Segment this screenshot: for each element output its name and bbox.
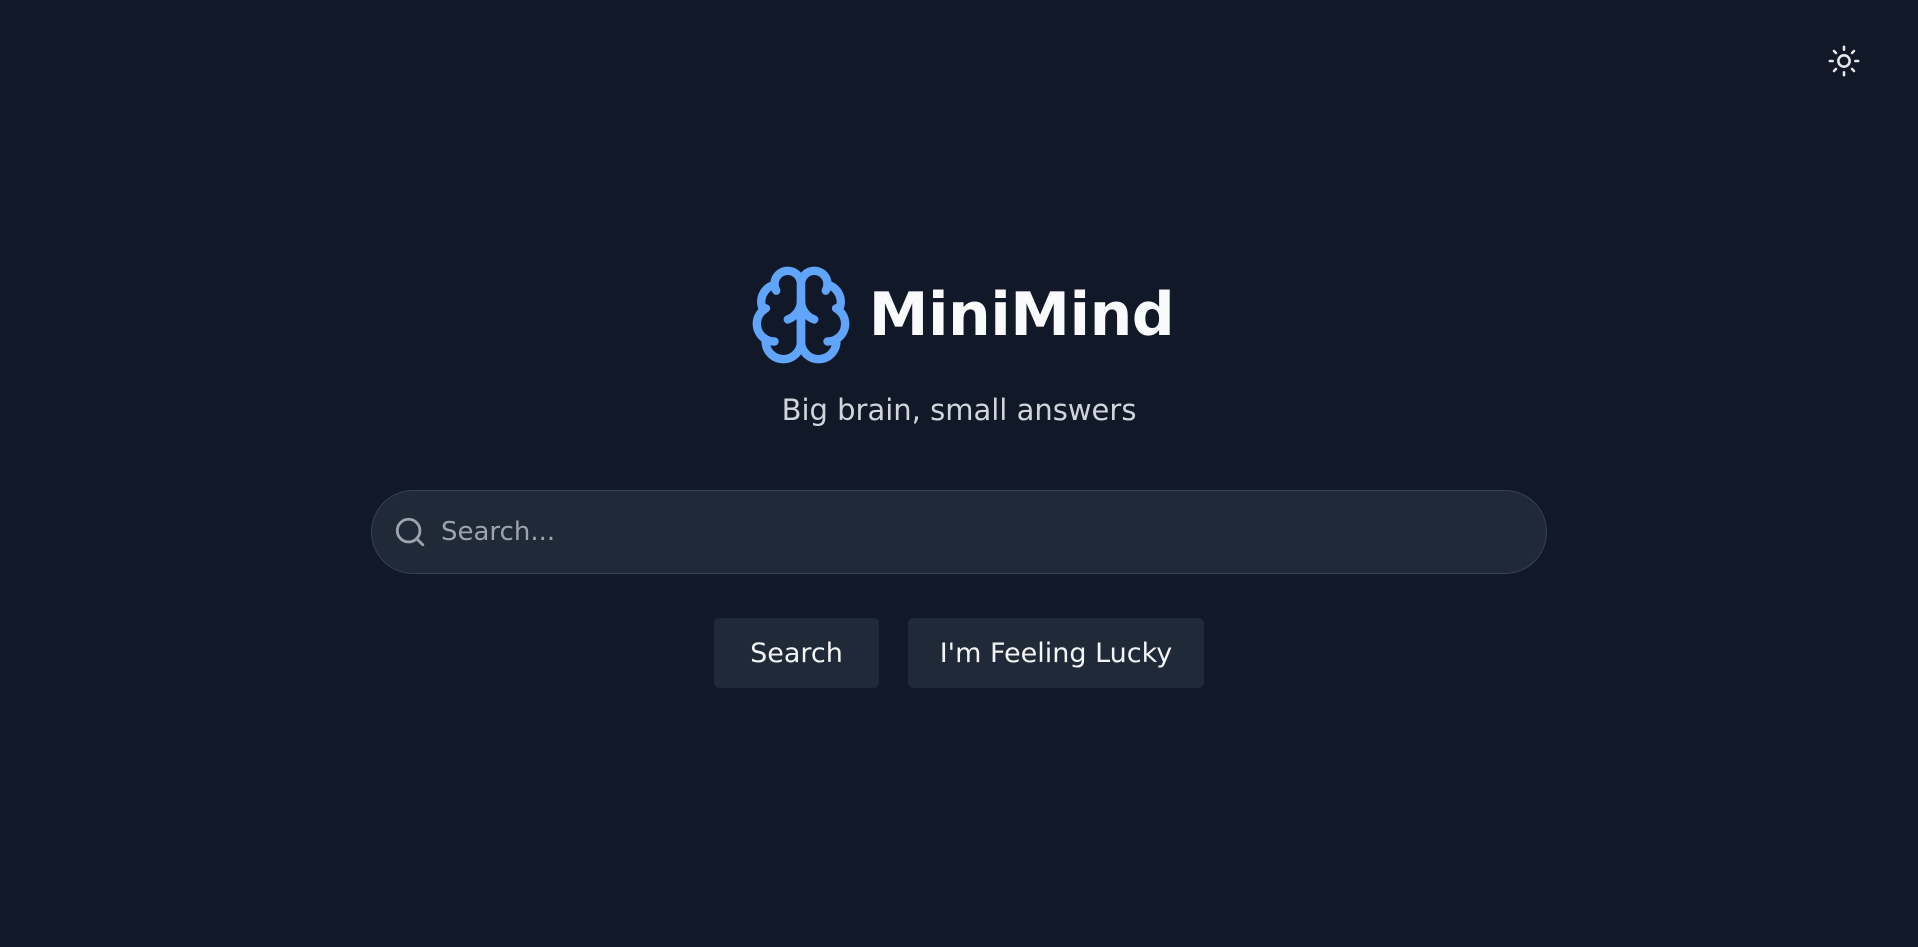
search-icon bbox=[395, 517, 425, 547]
brain-icon bbox=[752, 266, 850, 364]
search-input[interactable] bbox=[439, 501, 1522, 563]
logo: MiniMind bbox=[748, 262, 1175, 368]
page: MiniMind Big brain, small answers Search… bbox=[0, 0, 1918, 947]
sun-icon bbox=[1828, 45, 1860, 77]
search-button[interactable]: Search bbox=[714, 618, 879, 688]
theme-toggle-button[interactable] bbox=[1826, 43, 1862, 79]
brand-name: MiniMind bbox=[868, 280, 1175, 350]
action-buttons: Search I'm Feeling Lucky bbox=[0, 618, 1918, 688]
brand-header: MiniMind bbox=[0, 261, 1918, 369]
search-bar[interactable] bbox=[371, 490, 1547, 574]
feeling-lucky-button[interactable]: I'm Feeling Lucky bbox=[908, 618, 1204, 688]
tagline: Big brain, small answers bbox=[781, 393, 1137, 427]
